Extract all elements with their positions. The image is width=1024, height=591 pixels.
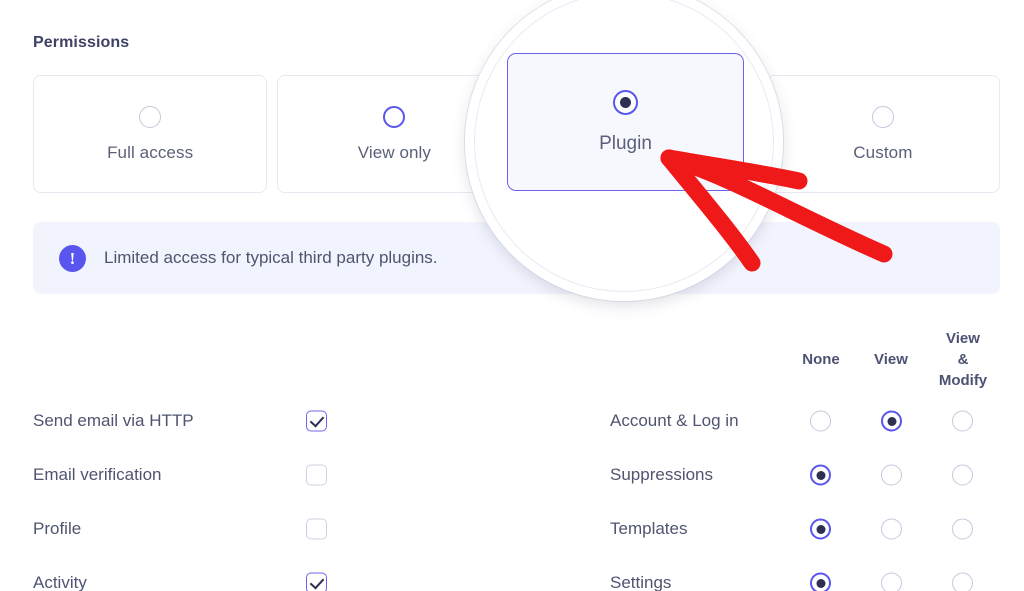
magnified-card-label: Plugin	[599, 132, 652, 154]
radio-suppressions-none[interactable]	[810, 464, 831, 486]
radio-account-log-in-view[interactable]	[881, 410, 902, 432]
radio-icon-view-only[interactable]	[383, 105, 406, 128]
checkbox-activity[interactable]	[306, 572, 327, 591]
radio-suppressions-view-modify[interactable]	[952, 464, 973, 486]
magnified-permission-card-plugin: Plugin	[507, 53, 744, 191]
checkbox-row-label: Activity	[33, 573, 87, 591]
permissions-screen: Permissions Full access View only Plugin…	[0, 0, 1024, 591]
exclamation-circle-icon: !	[59, 244, 86, 272]
table-row: Profile Templates	[0, 502, 1024, 556]
column-header-line: Modify	[938, 372, 988, 389]
permission-card-label: Full access	[107, 142, 194, 162]
permission-card-full-access[interactable]: Full access	[33, 75, 268, 193]
matrix-column-headers: None View View & Modify	[0, 312, 1024, 392]
permission-card-label: View only	[357, 142, 432, 162]
radio-row-label: Settings	[610, 573, 672, 591]
checkbox-row-label: Email verification	[33, 465, 162, 484]
radio-suppressions-view[interactable]	[881, 464, 902, 486]
radio-account-log-in-none[interactable]	[810, 410, 831, 432]
radio-settings-none[interactable]	[810, 572, 831, 591]
checkbox-email-verification[interactable]	[306, 464, 327, 486]
checkbox-row-label: Send email via HTTP	[33, 411, 194, 430]
column-header-line: &	[957, 351, 969, 368]
column-header-view-and-modify: View & Modify	[926, 328, 1000, 391]
table-row: Activity Settings	[0, 556, 1024, 591]
radio-templates-none[interactable]	[810, 518, 831, 540]
radio-settings-view[interactable]	[881, 572, 902, 591]
checkbox-row-label: Profile	[33, 519, 82, 538]
table-row: Send email via HTTP Account & Log in	[0, 394, 1024, 448]
radio-settings-view-modify[interactable]	[952, 572, 973, 591]
matrix-rows: Send email via HTTP Account & Log in Ema…	[0, 394, 1024, 591]
table-row: Email verification Suppressions	[0, 448, 1024, 502]
radio-templates-view[interactable]	[881, 518, 902, 540]
column-header-none: None	[802, 351, 840, 368]
radio-icon-custom[interactable]	[871, 105, 894, 128]
checkbox-profile[interactable]	[306, 518, 327, 540]
radio-icon-plugin-magnified	[613, 89, 638, 115]
radio-account-log-in-view-modify[interactable]	[952, 410, 973, 432]
radio-templates-view-modify[interactable]	[952, 518, 973, 540]
radio-row-label: Suppressions	[610, 465, 714, 484]
permission-card-label: Custom	[853, 142, 913, 162]
column-header-view: View	[874, 351, 908, 368]
radio-row-label: Account & Log in	[610, 411, 739, 430]
radio-icon-full-access[interactable]	[139, 105, 162, 128]
column-header-line: View	[946, 330, 980, 347]
page-title: Permissions	[33, 34, 130, 51]
info-banner-text: Limited access for typical third party p…	[104, 248, 438, 267]
magnifier-clip: Plugin	[474, 0, 774, 292]
permission-card-custom[interactable]: Custom	[765, 75, 1000, 193]
radio-row-label: Templates	[610, 519, 688, 538]
magnifier-lens-content: Plugin	[474, 0, 774, 292]
checkbox-send-email-via-http[interactable]	[306, 410, 327, 432]
